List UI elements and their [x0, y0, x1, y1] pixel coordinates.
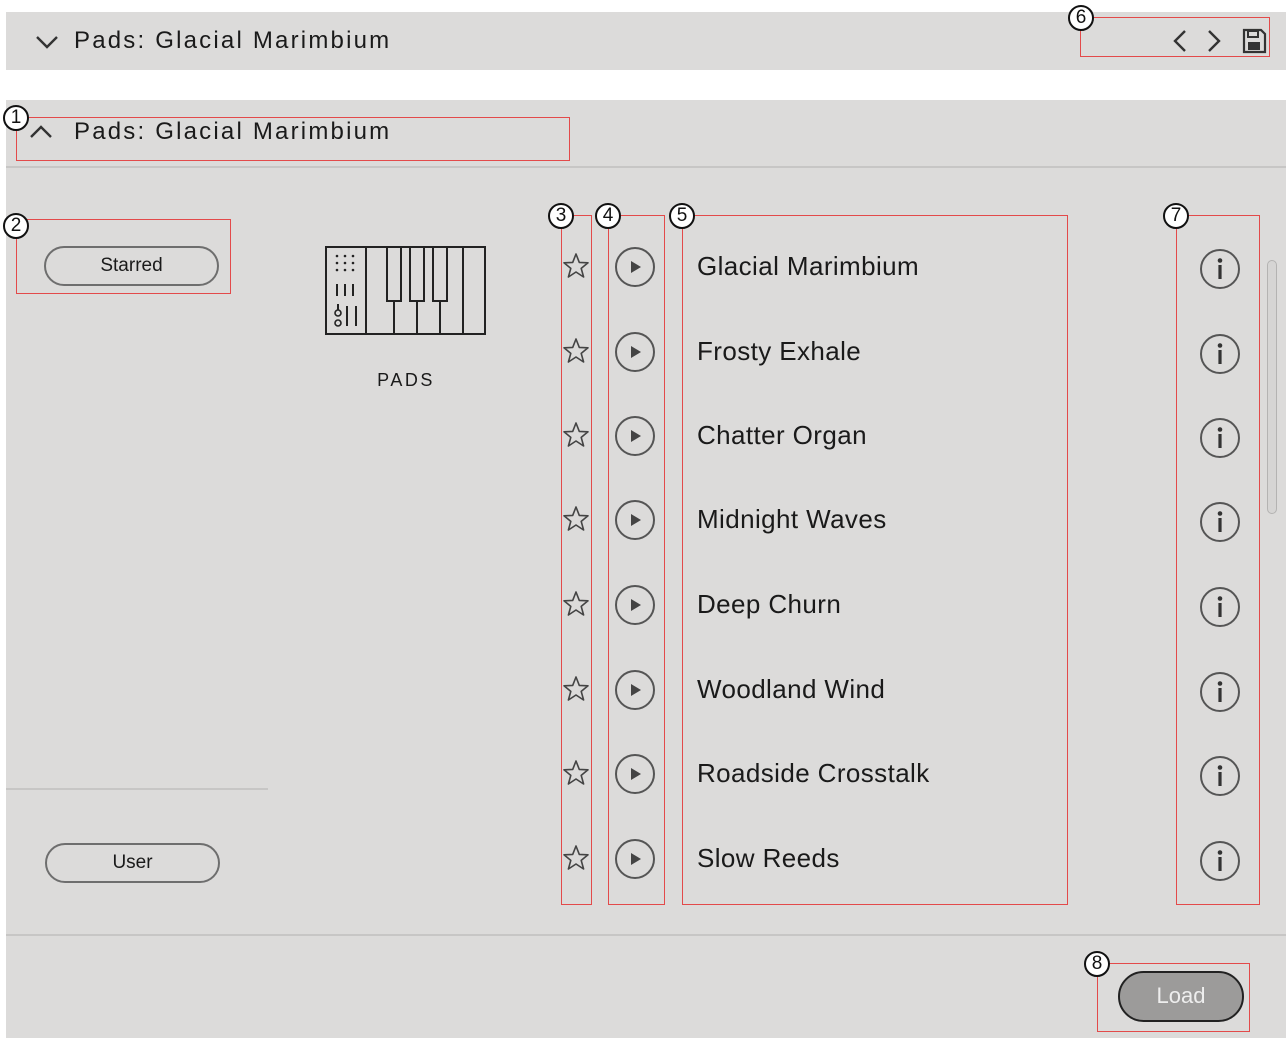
- keyboard-synth-icon: [325, 246, 486, 335]
- divider: [6, 166, 1286, 168]
- callout-box-3: [561, 215, 592, 905]
- callout-number-6: 6: [1068, 5, 1094, 31]
- divider: [6, 934, 1286, 936]
- callout-box-5: [682, 215, 1068, 905]
- user-filter-label: User: [112, 852, 153, 873]
- user-filter-button[interactable]: User: [45, 843, 220, 883]
- divider: [6, 788, 268, 790]
- callout-box-8: [1097, 963, 1250, 1032]
- callout-box-1: [16, 117, 570, 161]
- callout-box-6: [1080, 17, 1270, 57]
- callout-box-2: [16, 219, 231, 294]
- chevron-down-icon[interactable]: [34, 29, 60, 55]
- header-title: Pads: Glacial Marimbium: [74, 27, 392, 54]
- callout-number-8: 8: [1084, 951, 1110, 977]
- callout-box-4: [608, 215, 665, 905]
- callout-box-7: [1176, 215, 1260, 905]
- callout-number-3: 3: [548, 203, 574, 229]
- callout-number-2: 2: [3, 213, 29, 239]
- scrollbar-thumb[interactable]: [1267, 260, 1277, 514]
- category-pads[interactable]: PADS: [320, 240, 492, 400]
- callout-number-7: 7: [1163, 203, 1189, 229]
- callout-number-4: 4: [595, 203, 621, 229]
- callout-number-1: 1: [3, 105, 29, 131]
- category-label: PADS: [377, 370, 435, 390]
- callout-number-5: 5: [669, 203, 695, 229]
